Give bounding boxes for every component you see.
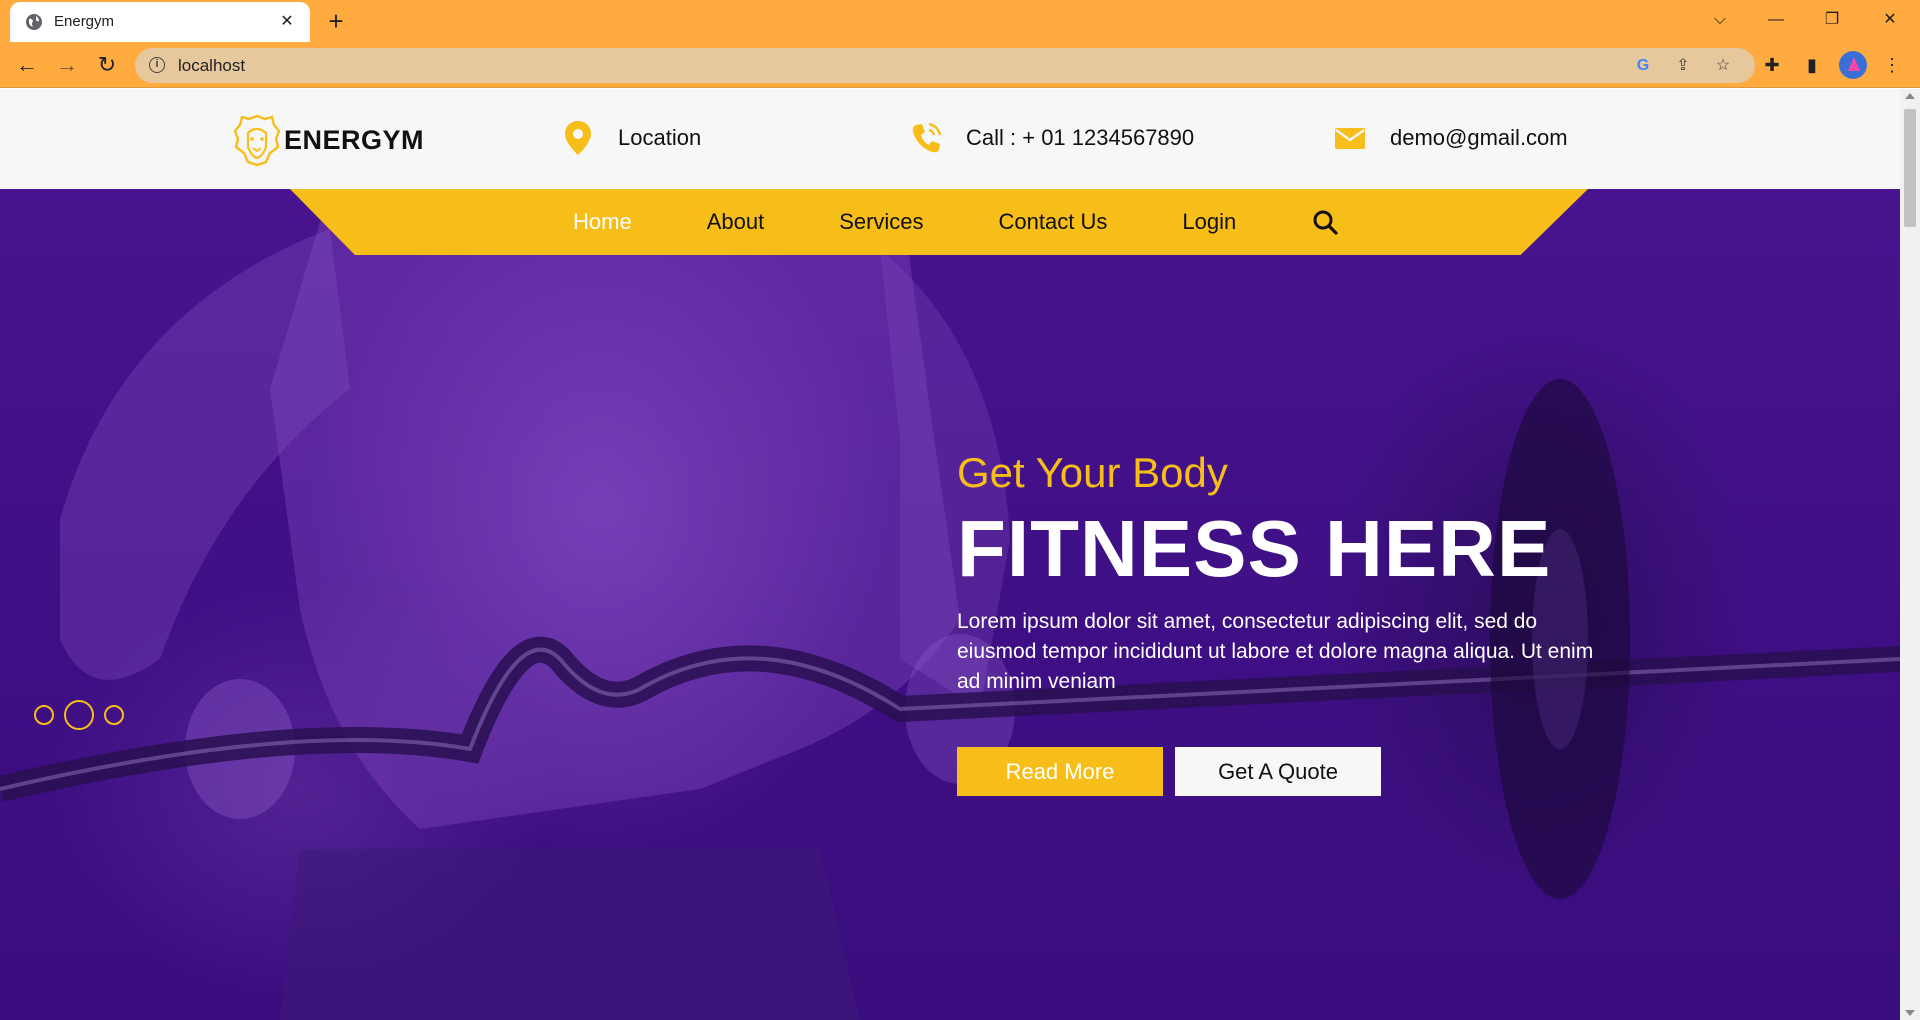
- location-text: Location: [618, 125, 702, 150]
- slide-indicator-2[interactable]: [64, 700, 94, 730]
- hero-description: Lorem ipsum dolor sit amet, consectetur …: [957, 610, 1594, 693]
- web-page: ENERGYM Location Call : + 01 1234567890 …: [0, 89, 1900, 1020]
- hero-banner: Home About Services Contact Us Login Get…: [0, 189, 1900, 1020]
- page-scrollbar[interactable]: [1900, 89, 1920, 1020]
- nav-services[interactable]: Services: [839, 209, 923, 235]
- search-icon[interactable]: [1312, 209, 1338, 235]
- address-url[interactable]: localhost: [178, 56, 245, 76]
- hero-content: Get Your Body FITNESS HERE Lorem ipsum d…: [957, 449, 1617, 796]
- profile-avatar[interactable]: [1839, 51, 1867, 79]
- browser-menu-icon[interactable]: ⋮: [1878, 51, 1906, 79]
- side-panel-icon[interactable]: ▮: [1798, 51, 1826, 79]
- lion-logo-icon: [234, 114, 280, 167]
- scroll-up-arrow-icon[interactable]: [1905, 93, 1915, 99]
- site-info-icon[interactable]: i: [149, 57, 165, 73]
- reload-button[interactable]: ↻: [93, 51, 121, 79]
- location-pin-icon: [565, 121, 591, 155]
- close-window-button[interactable]: ✕: [1870, 6, 1910, 34]
- restore-window-button[interactable]: ❐: [1812, 6, 1852, 34]
- address-bar[interactable]: i localhost G ⇪ ☆: [135, 48, 1755, 83]
- nav-home[interactable]: Home: [573, 209, 632, 235]
- nav-login[interactable]: Login: [1182, 209, 1236, 235]
- site-logo[interactable]: ENERGYM: [234, 113, 424, 167]
- tab-search-chevron-icon[interactable]: ⌵: [1700, 6, 1740, 34]
- minimize-window-button[interactable]: —: [1756, 6, 1796, 34]
- globe-icon: [26, 14, 42, 30]
- email-text: demo@gmail.com: [1390, 125, 1568, 150]
- tab-title: Energym: [54, 13, 115, 30]
- hero-subtitle: Get Your Body: [957, 449, 1228, 496]
- extensions-puzzle-icon[interactable]: ✚: [1758, 51, 1786, 79]
- close-tab-icon[interactable]: ✕: [276, 11, 298, 33]
- slide-indicator-1[interactable]: [34, 705, 54, 725]
- forward-button[interactable]: →: [53, 51, 81, 79]
- new-tab-button[interactable]: +: [322, 8, 350, 36]
- browser-toolbar: ← → ↻ i localhost G ⇪ ☆ ✚ ▮ ⋮: [0, 42, 1920, 88]
- site-header: ENERGYM Location Call : + 01 1234567890 …: [0, 89, 1900, 189]
- google-translate-icon[interactable]: G: [1632, 55, 1654, 77]
- nav-contact-us[interactable]: Contact Us: [999, 209, 1108, 235]
- hero-title: FITNESS HERE: [957, 504, 1552, 593]
- mail-icon: [1335, 128, 1365, 149]
- read-more-button[interactable]: Read More: [957, 747, 1163, 796]
- share-icon[interactable]: ⇪: [1672, 55, 1694, 77]
- main-nav: Home About Services Contact Us Login: [573, 189, 1338, 255]
- email-contact[interactable]: demo@gmail.com: [1332, 117, 1568, 159]
- get-a-quote-button[interactable]: Get A Quote: [1175, 747, 1381, 796]
- browser-tab-strip: Energym ✕ + ⌵ — ❐ ✕: [0, 0, 1920, 42]
- slide-indicator-3[interactable]: [104, 705, 124, 725]
- phone-text: Call : + 01 1234567890: [966, 125, 1195, 150]
- phone-icon: [912, 122, 942, 153]
- scrollbar-thumb[interactable]: [1904, 109, 1916, 227]
- back-button[interactable]: ←: [13, 51, 41, 79]
- nav-about[interactable]: About: [707, 209, 765, 235]
- phone-contact[interactable]: Call : + 01 1234567890: [908, 117, 1194, 159]
- logo-text: ENERGYM: [284, 124, 425, 155]
- location-contact[interactable]: Location: [560, 117, 701, 159]
- hero-buttons: Read More Get A Quote: [957, 747, 1617, 796]
- bookmark-star-icon[interactable]: ☆: [1712, 55, 1734, 77]
- scroll-down-arrow-icon[interactable]: [1905, 1010, 1915, 1016]
- browser-tab[interactable]: Energym ✕: [10, 2, 310, 42]
- slider-indicators: [34, 700, 134, 730]
